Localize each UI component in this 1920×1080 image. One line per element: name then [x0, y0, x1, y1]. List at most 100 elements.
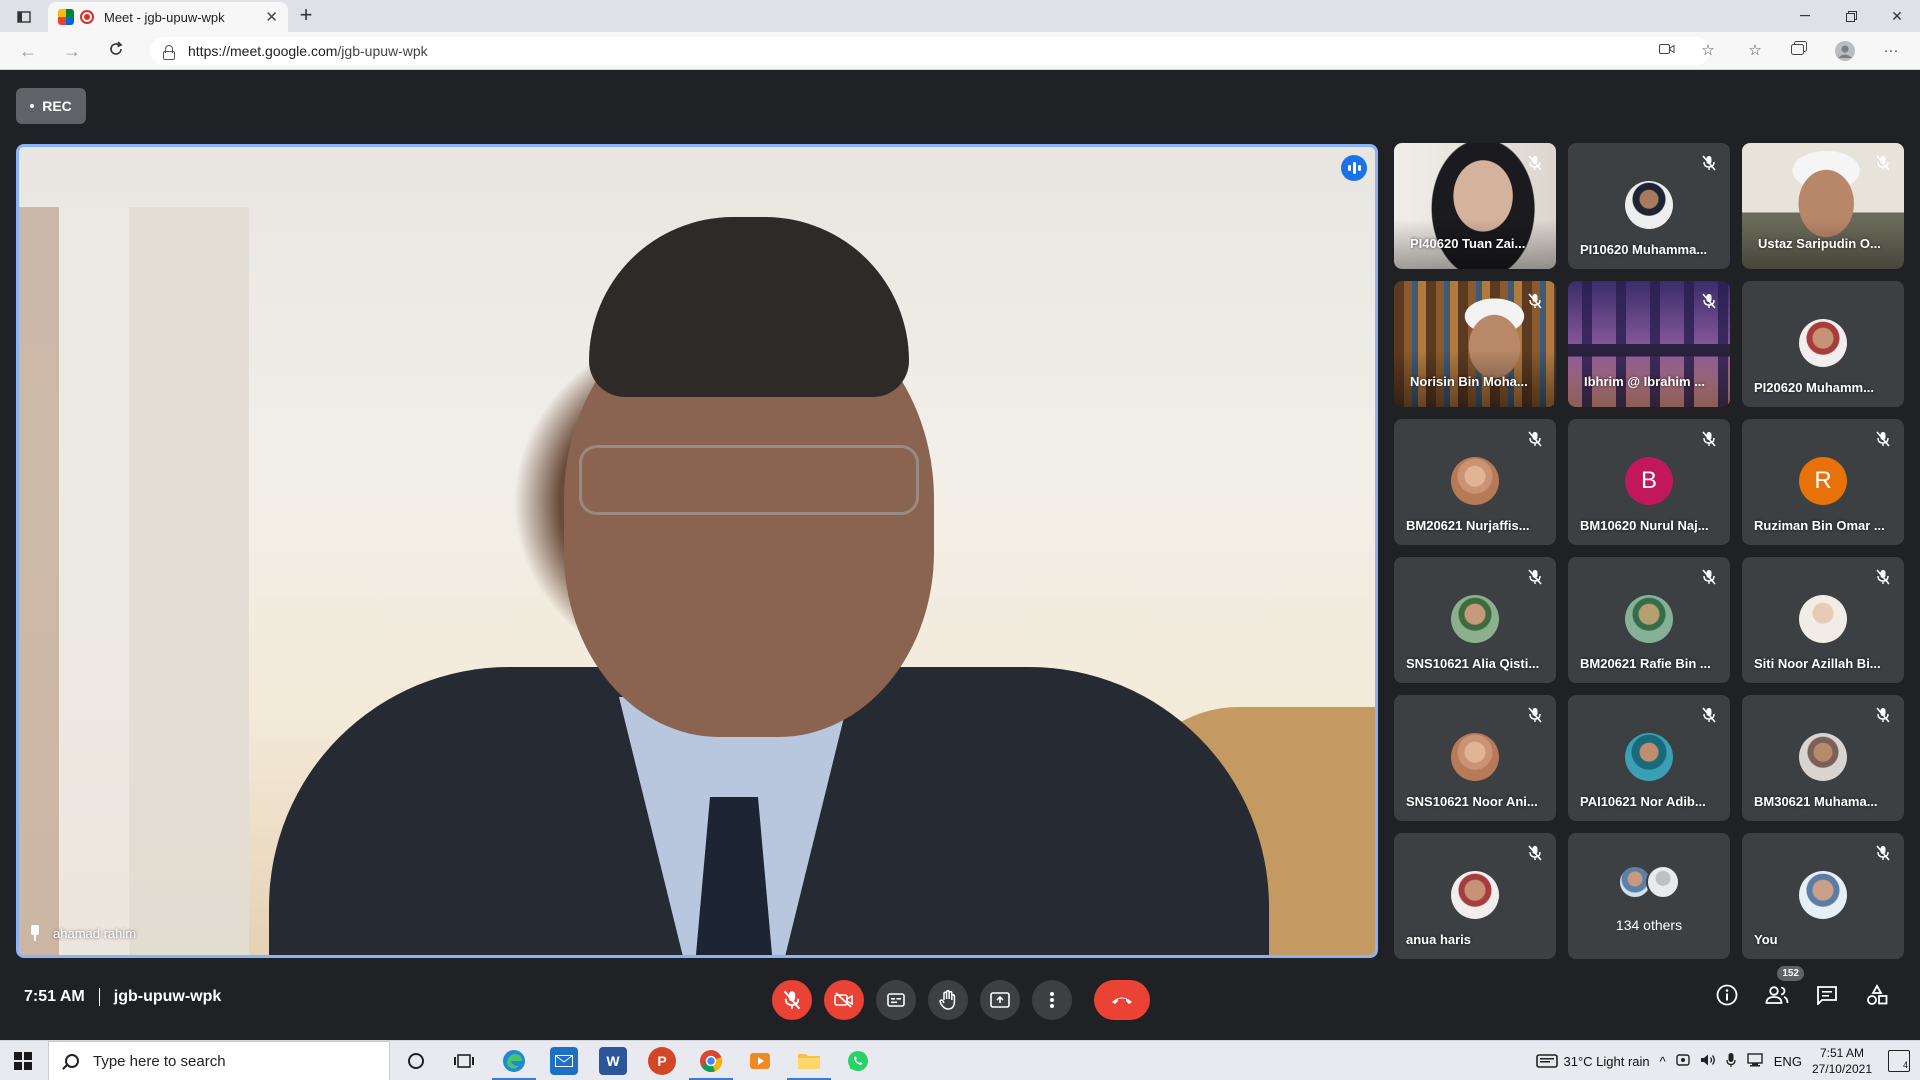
- others-avatar-stack: [1618, 865, 1680, 899]
- meet-tray-icon[interactable]: [1676, 1053, 1690, 1070]
- participant-tile[interactable]: R Ruziman Bin Omar ...: [1742, 419, 1904, 545]
- avatar-initial: B: [1625, 457, 1673, 505]
- participant-tile[interactable]: Ustaz Saripudin O...: [1742, 143, 1904, 269]
- participant-tile[interactable]: BM20621 Rafie Bin ...: [1568, 557, 1730, 683]
- captions-button[interactable]: [876, 980, 916, 1020]
- participant-tile[interactable]: Norisin Bin Moha...: [1394, 281, 1556, 407]
- forward-button[interactable]: →: [60, 40, 84, 62]
- recording-dot-icon: [30, 104, 35, 108]
- close-tab-icon[interactable]: ✕: [265, 8, 278, 26]
- participant-tile[interactable]: Siti Noor Azillah Bi...: [1742, 557, 1904, 683]
- muted-mic-icon: [1528, 707, 1542, 723]
- divider: [98, 988, 100, 1006]
- more-options-button[interactable]: [1032, 980, 1072, 1020]
- media-player-icon[interactable]: [746, 1047, 774, 1075]
- url-host: https://meet.google.com: [188, 43, 338, 59]
- speaker-icon[interactable]: [1700, 1053, 1716, 1070]
- microphone-tray-icon[interactable]: [1726, 1052, 1736, 1071]
- avatar: [1799, 319, 1847, 367]
- participant-tile[interactable]: PI10620 Muhamma...: [1568, 143, 1730, 269]
- chat-button[interactable]: [1814, 982, 1840, 1008]
- back-button[interactable]: ←: [16, 40, 40, 62]
- participant-tile[interactable]: anua haris: [1394, 833, 1556, 959]
- activities-button[interactable]: [1864, 982, 1890, 1008]
- participant-tile[interactable]: BM20621 Nurjaffis...: [1394, 419, 1556, 545]
- restore-button[interactable]: [1828, 0, 1874, 32]
- more-menu-icon[interactable]: ···: [1880, 41, 1902, 61]
- address-bar: ← → https://meet.google.com/jgb-upuw-wpk…: [0, 32, 1920, 70]
- notification-count: 4: [1902, 1060, 1908, 1070]
- google-meet-icon: [58, 9, 74, 25]
- participant-tile[interactable]: SNS10621 Alia Qisti...: [1394, 557, 1556, 683]
- participant-tile[interactable]: PAI10621 Nor Adib...: [1568, 695, 1730, 821]
- search-placeholder: Type here to search: [93, 1052, 226, 1070]
- file-explorer-icon[interactable]: [787, 1047, 831, 1080]
- powerpoint-icon[interactable]: P: [648, 1047, 676, 1075]
- background-window: [19, 207, 249, 955]
- network-icon[interactable]: [1746, 1052, 1764, 1070]
- profile-avatar-icon[interactable]: [1834, 41, 1856, 61]
- weather-widget[interactable]: 31°C Light rain: [1535, 1053, 1650, 1069]
- tab-strip: Meet - jgb-upuw-wpk ✕ + ✕: [0, 0, 1920, 32]
- cortana-icon[interactable]: [402, 1047, 430, 1075]
- recording-label: REC: [42, 98, 72, 114]
- others-tile[interactable]: 134 others: [1568, 833, 1730, 959]
- participant-tile[interactable]: SNS10621 Noor Ani...: [1394, 695, 1556, 821]
- tab-meet[interactable]: Meet - jgb-upuw-wpk ✕: [48, 2, 288, 32]
- muted-mic-icon: [1528, 569, 1542, 585]
- favorites-icon[interactable]: ☆: [1744, 41, 1766, 61]
- minimize-button[interactable]: [1782, 0, 1828, 32]
- notification-center-icon[interactable]: 4: [1888, 1050, 1910, 1072]
- whatsapp-icon[interactable]: [844, 1047, 872, 1075]
- url-field[interactable]: https://meet.google.com/jgb-upuw-wpk: [150, 37, 1710, 65]
- mail-icon[interactable]: [550, 1047, 578, 1075]
- task-view-icon[interactable]: [450, 1047, 478, 1075]
- participant-name: BM20621 Rafie Bin ...: [1580, 656, 1711, 671]
- raise-hand-button[interactable]: [928, 980, 968, 1020]
- word-icon[interactable]: W: [599, 1047, 627, 1075]
- url-path: /jgb-upuw-wpk: [337, 43, 428, 59]
- taskbar-clock[interactable]: 7:51 AM 27/10/2021: [1812, 1045, 1872, 1077]
- avatar-initial: R: [1799, 457, 1847, 505]
- tab-actions-icon[interactable]: [10, 6, 38, 28]
- people-button[interactable]: 152: [1764, 966, 1804, 1008]
- search-icon: [65, 1054, 79, 1068]
- collections-icon[interactable]: [1788, 41, 1810, 61]
- add-favorite-icon[interactable]: ☆: [1697, 41, 1719, 61]
- call-controls: [772, 980, 1150, 1020]
- pin-icon[interactable]: [29, 925, 41, 941]
- camera-toggle-button[interactable]: [824, 980, 864, 1020]
- taskbar-search-input[interactable]: Type here to search: [48, 1041, 390, 1080]
- present-screen-button[interactable]: [980, 980, 1020, 1020]
- participant-tile[interactable]: PI40620 Tuan Zai...: [1394, 143, 1556, 269]
- new-tab-button[interactable]: +: [294, 4, 318, 28]
- close-window-button[interactable]: ✕: [1874, 0, 1920, 32]
- leave-call-button[interactable]: [1094, 980, 1150, 1020]
- participant-name: You: [1754, 932, 1778, 947]
- main-speaker-video[interactable]: ahamad rahim: [16, 144, 1378, 958]
- edge-browser-icon[interactable]: [492, 1047, 536, 1080]
- participant-name: PI10620 Muhamma...: [1580, 242, 1708, 257]
- show-hidden-icons[interactable]: ^: [1660, 1054, 1666, 1069]
- lock-icon: [162, 44, 175, 60]
- participant-tile[interactable]: Ibhrim @ Ibrahim ...: [1568, 281, 1730, 407]
- reload-button[interactable]: [104, 40, 128, 62]
- microphone-toggle-button[interactable]: [772, 980, 812, 1020]
- participant-name: BM30621 Muhama...: [1754, 794, 1878, 809]
- chrome-icon[interactable]: [689, 1047, 733, 1080]
- participant-tile[interactable]: B BM10620 Nurul Naj...: [1568, 419, 1730, 545]
- participant-tile[interactable]: BM30621 Muhama...: [1742, 695, 1904, 821]
- muted-mic-icon: [1876, 431, 1890, 447]
- muted-mic-icon: [1876, 155, 1890, 171]
- meeting-details-button[interactable]: [1714, 982, 1740, 1008]
- recording-chip[interactable]: REC: [16, 88, 86, 124]
- camera-in-use-icon[interactable]: [1656, 41, 1678, 61]
- windows-start-icon[interactable]: [14, 1052, 32, 1070]
- self-tile[interactable]: You: [1742, 833, 1904, 959]
- participant-tile[interactable]: PI20620 Muhamm...: [1742, 281, 1904, 407]
- participant-name: Norisin Bin Moha...: [1410, 374, 1528, 389]
- weather-icon: [1535, 1054, 1558, 1068]
- meeting-details: 7:51 AM jgb-upuw-wpk: [24, 988, 221, 1006]
- muted-mic-icon: [1876, 845, 1890, 861]
- language-indicator[interactable]: ENG: [1774, 1054, 1802, 1069]
